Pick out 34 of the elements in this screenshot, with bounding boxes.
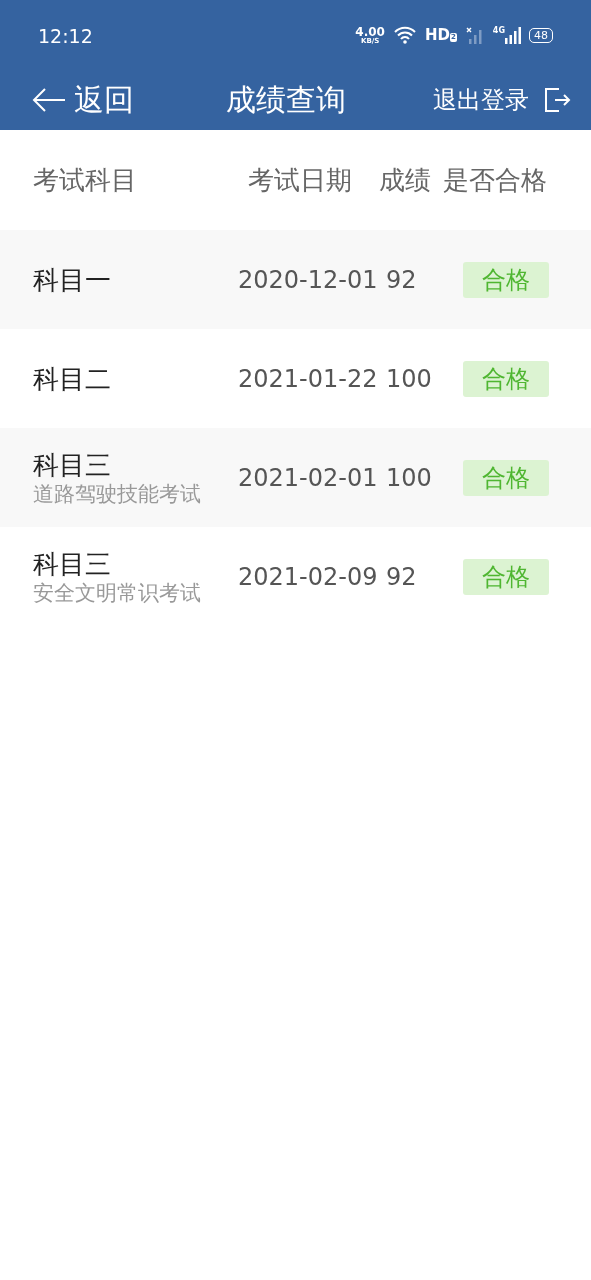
subject-name: 科目二 bbox=[33, 362, 112, 395]
logout-icon[interactable] bbox=[543, 86, 571, 114]
subject-name: 科目三 bbox=[33, 547, 112, 580]
subject-description: 道路驾驶技能考试 bbox=[33, 480, 202, 507]
page-title: 成绩查询 bbox=[226, 80, 347, 119]
column-header: 成绩 bbox=[378, 163, 432, 197]
wifi-icon bbox=[392, 26, 417, 44]
result-badge: 合格 bbox=[463, 459, 549, 496]
network-label: 4G bbox=[492, 26, 505, 35]
exam-score: 92 bbox=[385, 562, 418, 591]
exam-date: 2020-12-01 bbox=[238, 265, 378, 294]
battery-indicator: 48 bbox=[529, 27, 553, 43]
exam-score: 100 bbox=[385, 364, 433, 393]
logout-button[interactable]: 退出登录 bbox=[433, 84, 533, 116]
column-header: 考试科目 bbox=[33, 163, 138, 197]
arrow-left-icon bbox=[32, 87, 66, 113]
result-badge: 合格 bbox=[463, 261, 549, 298]
exam-score: 100 bbox=[385, 463, 433, 492]
exam-date: 2021-01-22 bbox=[238, 364, 378, 393]
back-button[interactable]: 返回 bbox=[32, 79, 134, 121]
speed-value: 4.00 bbox=[355, 25, 385, 38]
column-header: 是否合格 bbox=[443, 163, 548, 197]
signal-icon bbox=[464, 26, 485, 44]
result-badge: 合格 bbox=[463, 360, 549, 397]
column-header: 考试日期 bbox=[247, 163, 353, 197]
exam-score: 92 bbox=[385, 265, 418, 294]
subject-name: 科目一 bbox=[33, 263, 112, 296]
exam-date: 2021-02-01 bbox=[238, 463, 378, 492]
exam-date: 2021-02-09 bbox=[238, 562, 378, 591]
clock: 12:12 bbox=[38, 24, 94, 47]
signal-icon bbox=[505, 26, 521, 44]
subject-name: 科目三 bbox=[33, 448, 112, 481]
result-badge: 合格 bbox=[463, 558, 549, 595]
subject-description: 安全文明常识考试 bbox=[33, 579, 202, 606]
